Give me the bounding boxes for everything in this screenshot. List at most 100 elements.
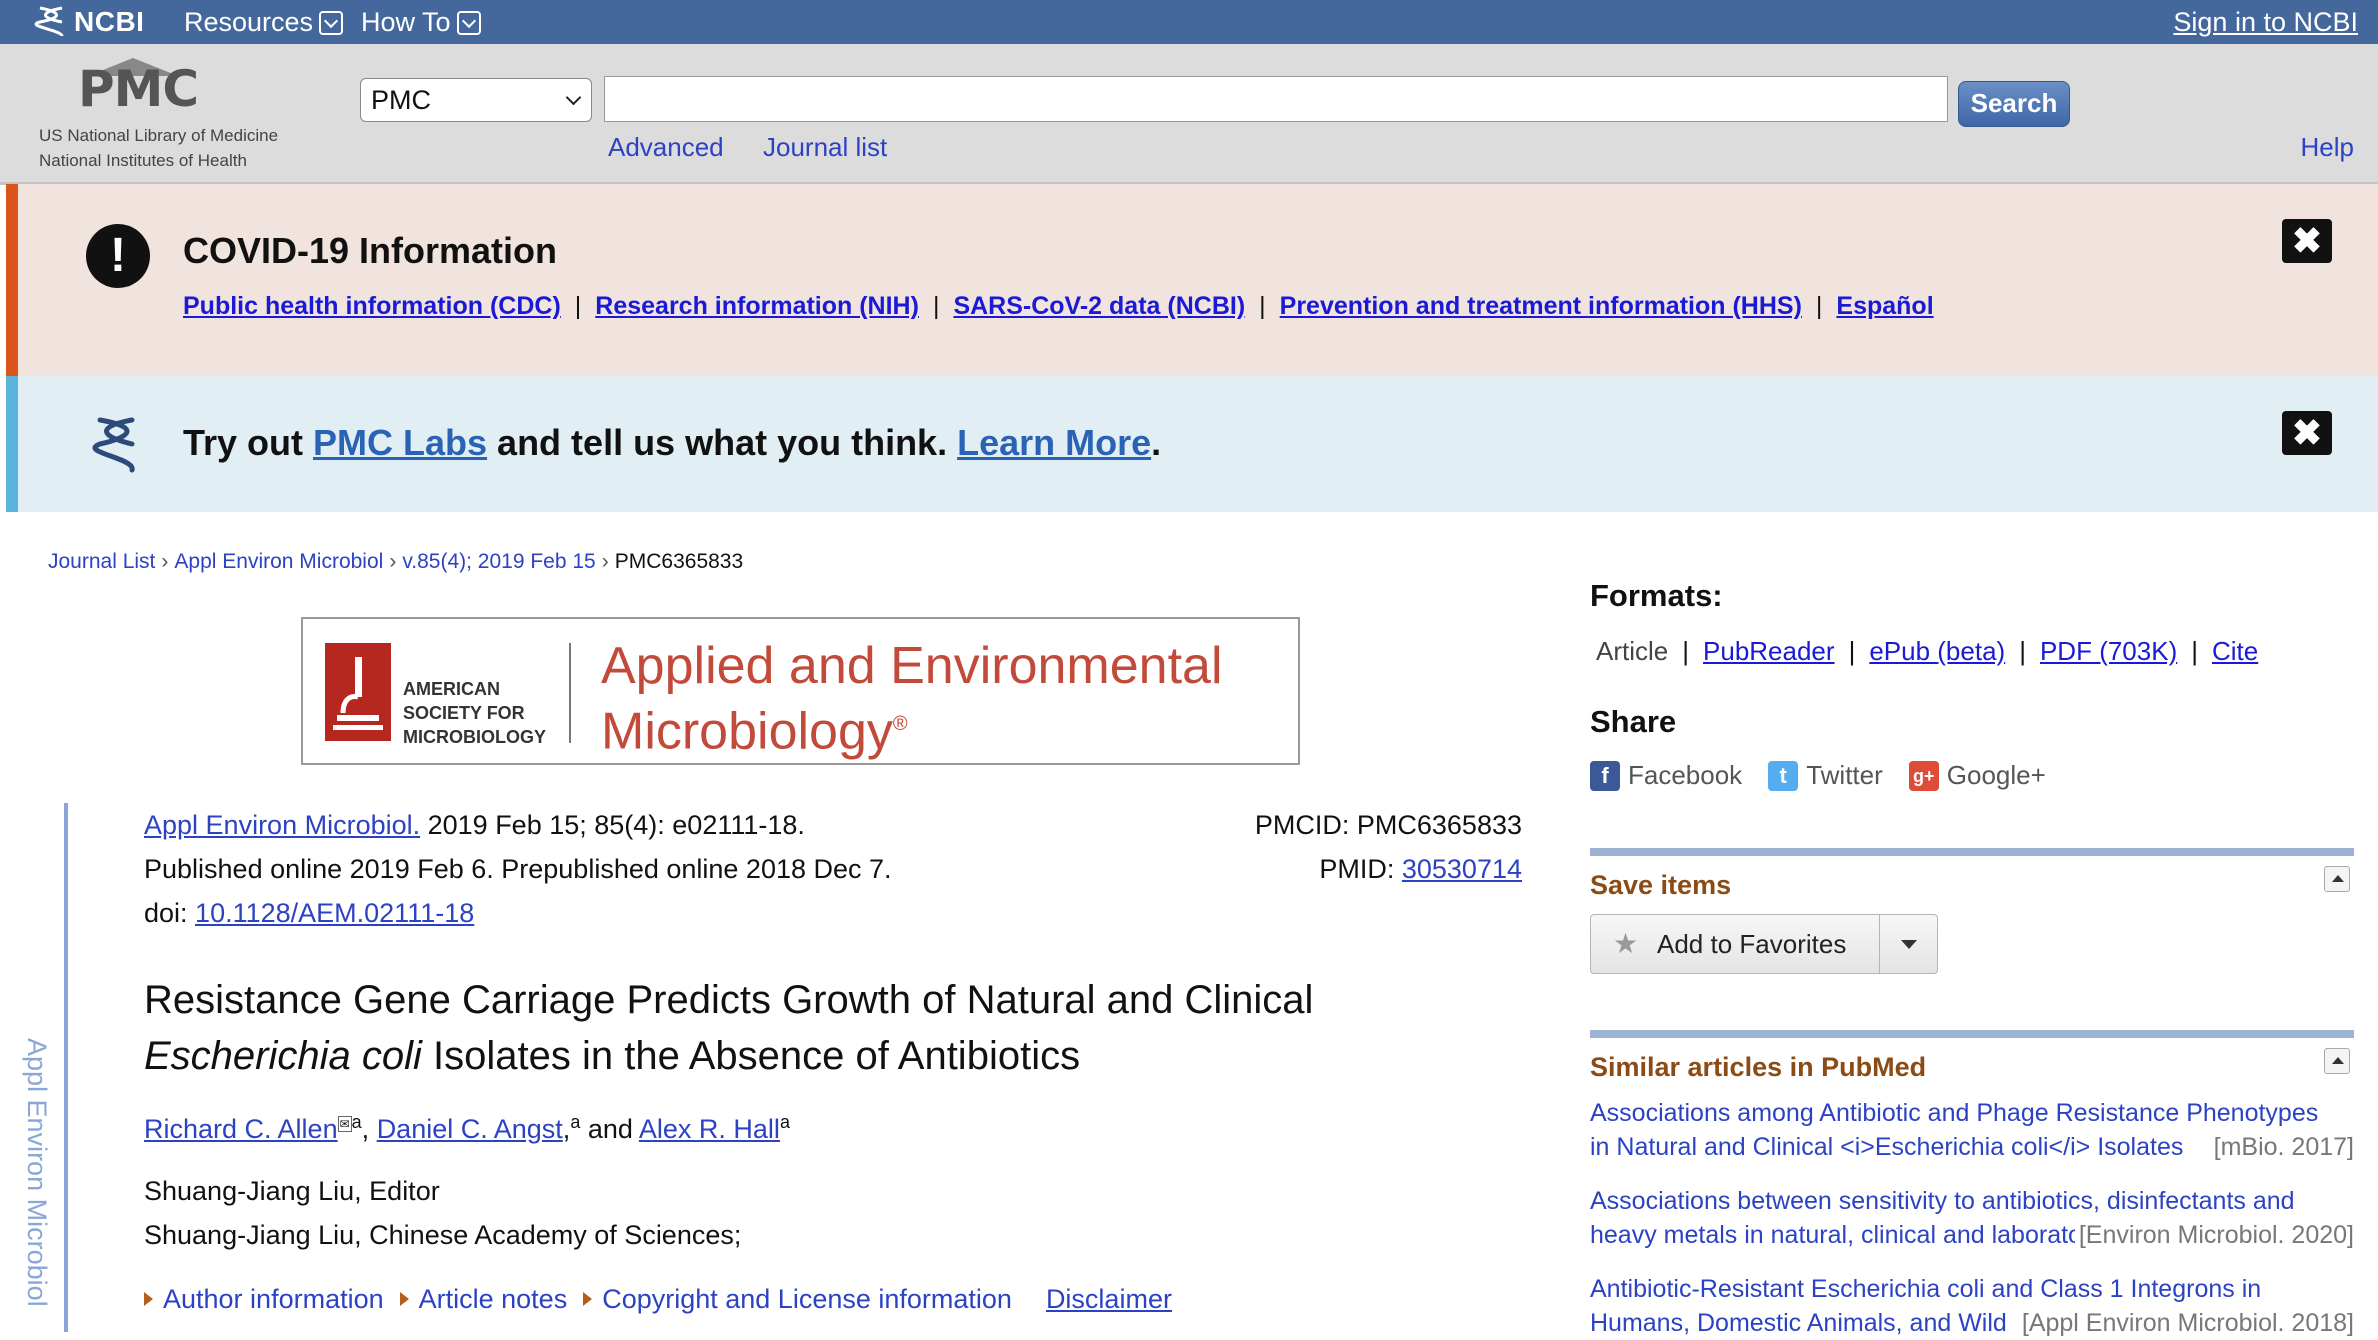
pmc-logo[interactable]: PMC [78, 60, 199, 118]
format-cite[interactable]: Cite [2212, 636, 2258, 666]
society-line: AMERICAN [403, 679, 500, 699]
share-google-plus[interactable]: Google+ [1947, 760, 2046, 791]
publication-dates: Published online 2019 Feb 6. Prepublishe… [144, 854, 892, 884]
close-icon[interactable]: ✖ [2282, 411, 2332, 455]
breadcrumb-issue[interactable]: v.85(4); 2019 Feb 15 [402, 550, 595, 573]
society-line: SOCIETY FOR [403, 703, 525, 723]
dropdown-arrow-icon[interactable] [1901, 940, 1917, 949]
labs-text: . [1151, 422, 1162, 463]
search-button[interactable]: Search [1958, 81, 2070, 127]
dna-helix-icon [92, 417, 135, 473]
nih-link[interactable]: Research information (NIH) [595, 292, 919, 320]
format-epub[interactable]: ePub (beta) [1869, 636, 2005, 666]
author-link[interactable]: Alex R. Hall [639, 1114, 780, 1144]
ncbi-sars-link[interactable]: SARS-CoV-2 data (NCBI) [953, 292, 1245, 320]
journal-banner[interactable]: AMERICAN SOCIETY FOR MICROBIOLOGY Applie… [301, 617, 1300, 765]
ncbi-top-bar: NCBI Resources How To Sign in to NCBI [0, 0, 2378, 44]
journal-name-line: Microbiology [601, 702, 893, 761]
help-link[interactable]: Help [2301, 132, 2354, 163]
separator: | [2191, 636, 2198, 666]
formats-heading: Formats: [1590, 578, 1723, 613]
chevron-down-icon [319, 11, 344, 35]
email-icon[interactable]: ✉ [337, 1116, 352, 1132]
article-title-line2: Escherichia coli Isolates in the Absence… [144, 1034, 1080, 1079]
google-plus-icon[interactable]: g+ [1908, 760, 1939, 791]
separator: | [574, 292, 582, 320]
similar-article[interactable]: Associations among Antibiotic and Phage … [1590, 1096, 2354, 1164]
pmcid: PMCID: PMC6365833 [1254, 810, 1522, 840]
close-icon[interactable]: ✖ [2282, 219, 2332, 263]
resources-menu[interactable]: Resources [184, 0, 344, 44]
labs-text: Try out [183, 422, 314, 463]
author-list: Richard C. Allen ✉ a, Daniel C. Angst,a an… [144, 1112, 790, 1144]
article-info-links: Author information Article notes Copyright… [144, 1284, 1172, 1315]
search-input[interactable] [604, 76, 1948, 122]
similar-article-source: [Appl Environ Microbiol. 2018] [2021, 1309, 2354, 1337]
similar-article-title-cont: Humans, Domestic Animals, and Wild [1590, 1309, 2007, 1337]
similar-article-source: [mBio. 2017] [2213, 1133, 2354, 1161]
facebook-icon[interactable]: f [1590, 760, 1620, 791]
twitter-icon[interactable]: t [1768, 760, 1799, 791]
how-to-menu-label: How To [361, 6, 451, 37]
journal-citation-link[interactable]: Appl Environ Microbiol. [144, 810, 420, 840]
journal-list-link[interactable]: Journal list [763, 132, 887, 163]
hhs-link[interactable]: Prevention and treatment information (HH… [1280, 292, 1802, 320]
covid-links: Public health information (CDC) | Research… [183, 292, 1934, 321]
ncbi-logo[interactable]: NCBI [34, 2, 144, 42]
separator: | [1815, 292, 1823, 320]
expand-triangle-icon [583, 1292, 593, 1306]
database-select-value: PMC [371, 85, 431, 115]
database-select[interactable]: PMC [360, 78, 592, 122]
asm-society-name: AMERICAN SOCIETY FOR MICROBIOLOGY [403, 677, 546, 749]
breadcrumb-journal[interactable]: Appl Environ Microbiol [174, 550, 383, 573]
registered-mark: ® [892, 713, 908, 735]
button-divider [1879, 915, 1880, 973]
pmid-link[interactable]: 30530714 [1402, 854, 1522, 884]
add-to-favorites-button[interactable]: ★ Add to Favorites [1590, 914, 1938, 974]
exclamation-icon: ! [86, 224, 150, 288]
similar-article[interactable]: Associations between sensitivity to anti… [1590, 1184, 2354, 1252]
format-pdf[interactable]: PDF (703K) [2040, 636, 2177, 666]
separator: | [1848, 636, 1856, 666]
author-link[interactable]: Daniel C. Angst [377, 1114, 563, 1144]
journal-name-line: Applied and Environmental [601, 637, 1223, 695]
similar-article[interactable]: Antibiotic-Resistant Escherichia coli an… [1590, 1272, 2354, 1340]
share-facebook[interactable]: Facebook [1628, 760, 1742, 791]
collapse-icon[interactable] [2324, 866, 2350, 892]
author-link[interactable]: Richard C. Allen [144, 1114, 338, 1144]
add-to-favorites-label: Add to Favorites [1657, 929, 1847, 959]
breadcrumb-journal-list[interactable]: Journal List [48, 550, 155, 573]
article-title-rest: Isolates in the Absence of Antibiotics [421, 1034, 1081, 1078]
learn-more-link[interactable]: Learn More [957, 422, 1151, 463]
chevron-down-icon [565, 89, 582, 106]
disclaimer-link[interactable]: Disclaimer [1046, 1284, 1172, 1314]
copyright-toggle[interactable]: Copyright and License information [602, 1284, 1012, 1314]
pmc-labs-link[interactable]: PMC Labs [313, 422, 487, 463]
star-icon: ★ [1613, 928, 1639, 959]
similar-articles-heading: Similar articles in PubMed [1590, 1052, 1927, 1082]
share-heading: Share [1590, 704, 1677, 739]
cdc-link[interactable]: Public health information (CDC) [183, 292, 561, 320]
doi-link[interactable]: 10.1128/AEM.02111-18 [195, 898, 474, 928]
similar-article-title-cont: in Natural and Clinical <i>Escherichia c… [1590, 1133, 2184, 1161]
how-to-menu[interactable]: How To [361, 0, 481, 44]
article-notes-toggle[interactable]: Article notes [419, 1284, 568, 1314]
separator: | [2019, 636, 2026, 666]
and-text: and [580, 1114, 639, 1144]
similar-article-title: Antibiotic-Resistant Escherichia coli an… [1590, 1275, 2262, 1303]
format-pubreader[interactable]: PubReader [1703, 636, 1835, 666]
editor-affiliation: Shuang-Jiang Liu, Chinese Academy of Sci… [144, 1220, 742, 1250]
society-line: MICROBIOLOGY [403, 727, 546, 747]
author-information-toggle[interactable]: Author information [163, 1284, 384, 1314]
sign-in-link[interactable]: Sign in to NCBI [2173, 0, 2358, 44]
pmc-labs-banner: Try out PMC Labs and tell us what you th… [6, 376, 2378, 512]
collapse-icon[interactable] [2324, 1048, 2350, 1074]
advanced-search-link[interactable]: Advanced [608, 132, 724, 163]
expand-triangle-icon [399, 1292, 409, 1306]
article-title: Resistance Gene Carriage Predicts Growth… [144, 978, 1314, 1022]
share-twitter[interactable]: Twitter [1806, 760, 1883, 791]
author-affiliation: a [351, 1112, 362, 1132]
pmc-header: PMC US National Library of Medicine Nati… [0, 44, 2378, 185]
save-items-heading: Save items [1590, 870, 1732, 900]
espanol-link[interactable]: Español [1836, 292, 1933, 320]
